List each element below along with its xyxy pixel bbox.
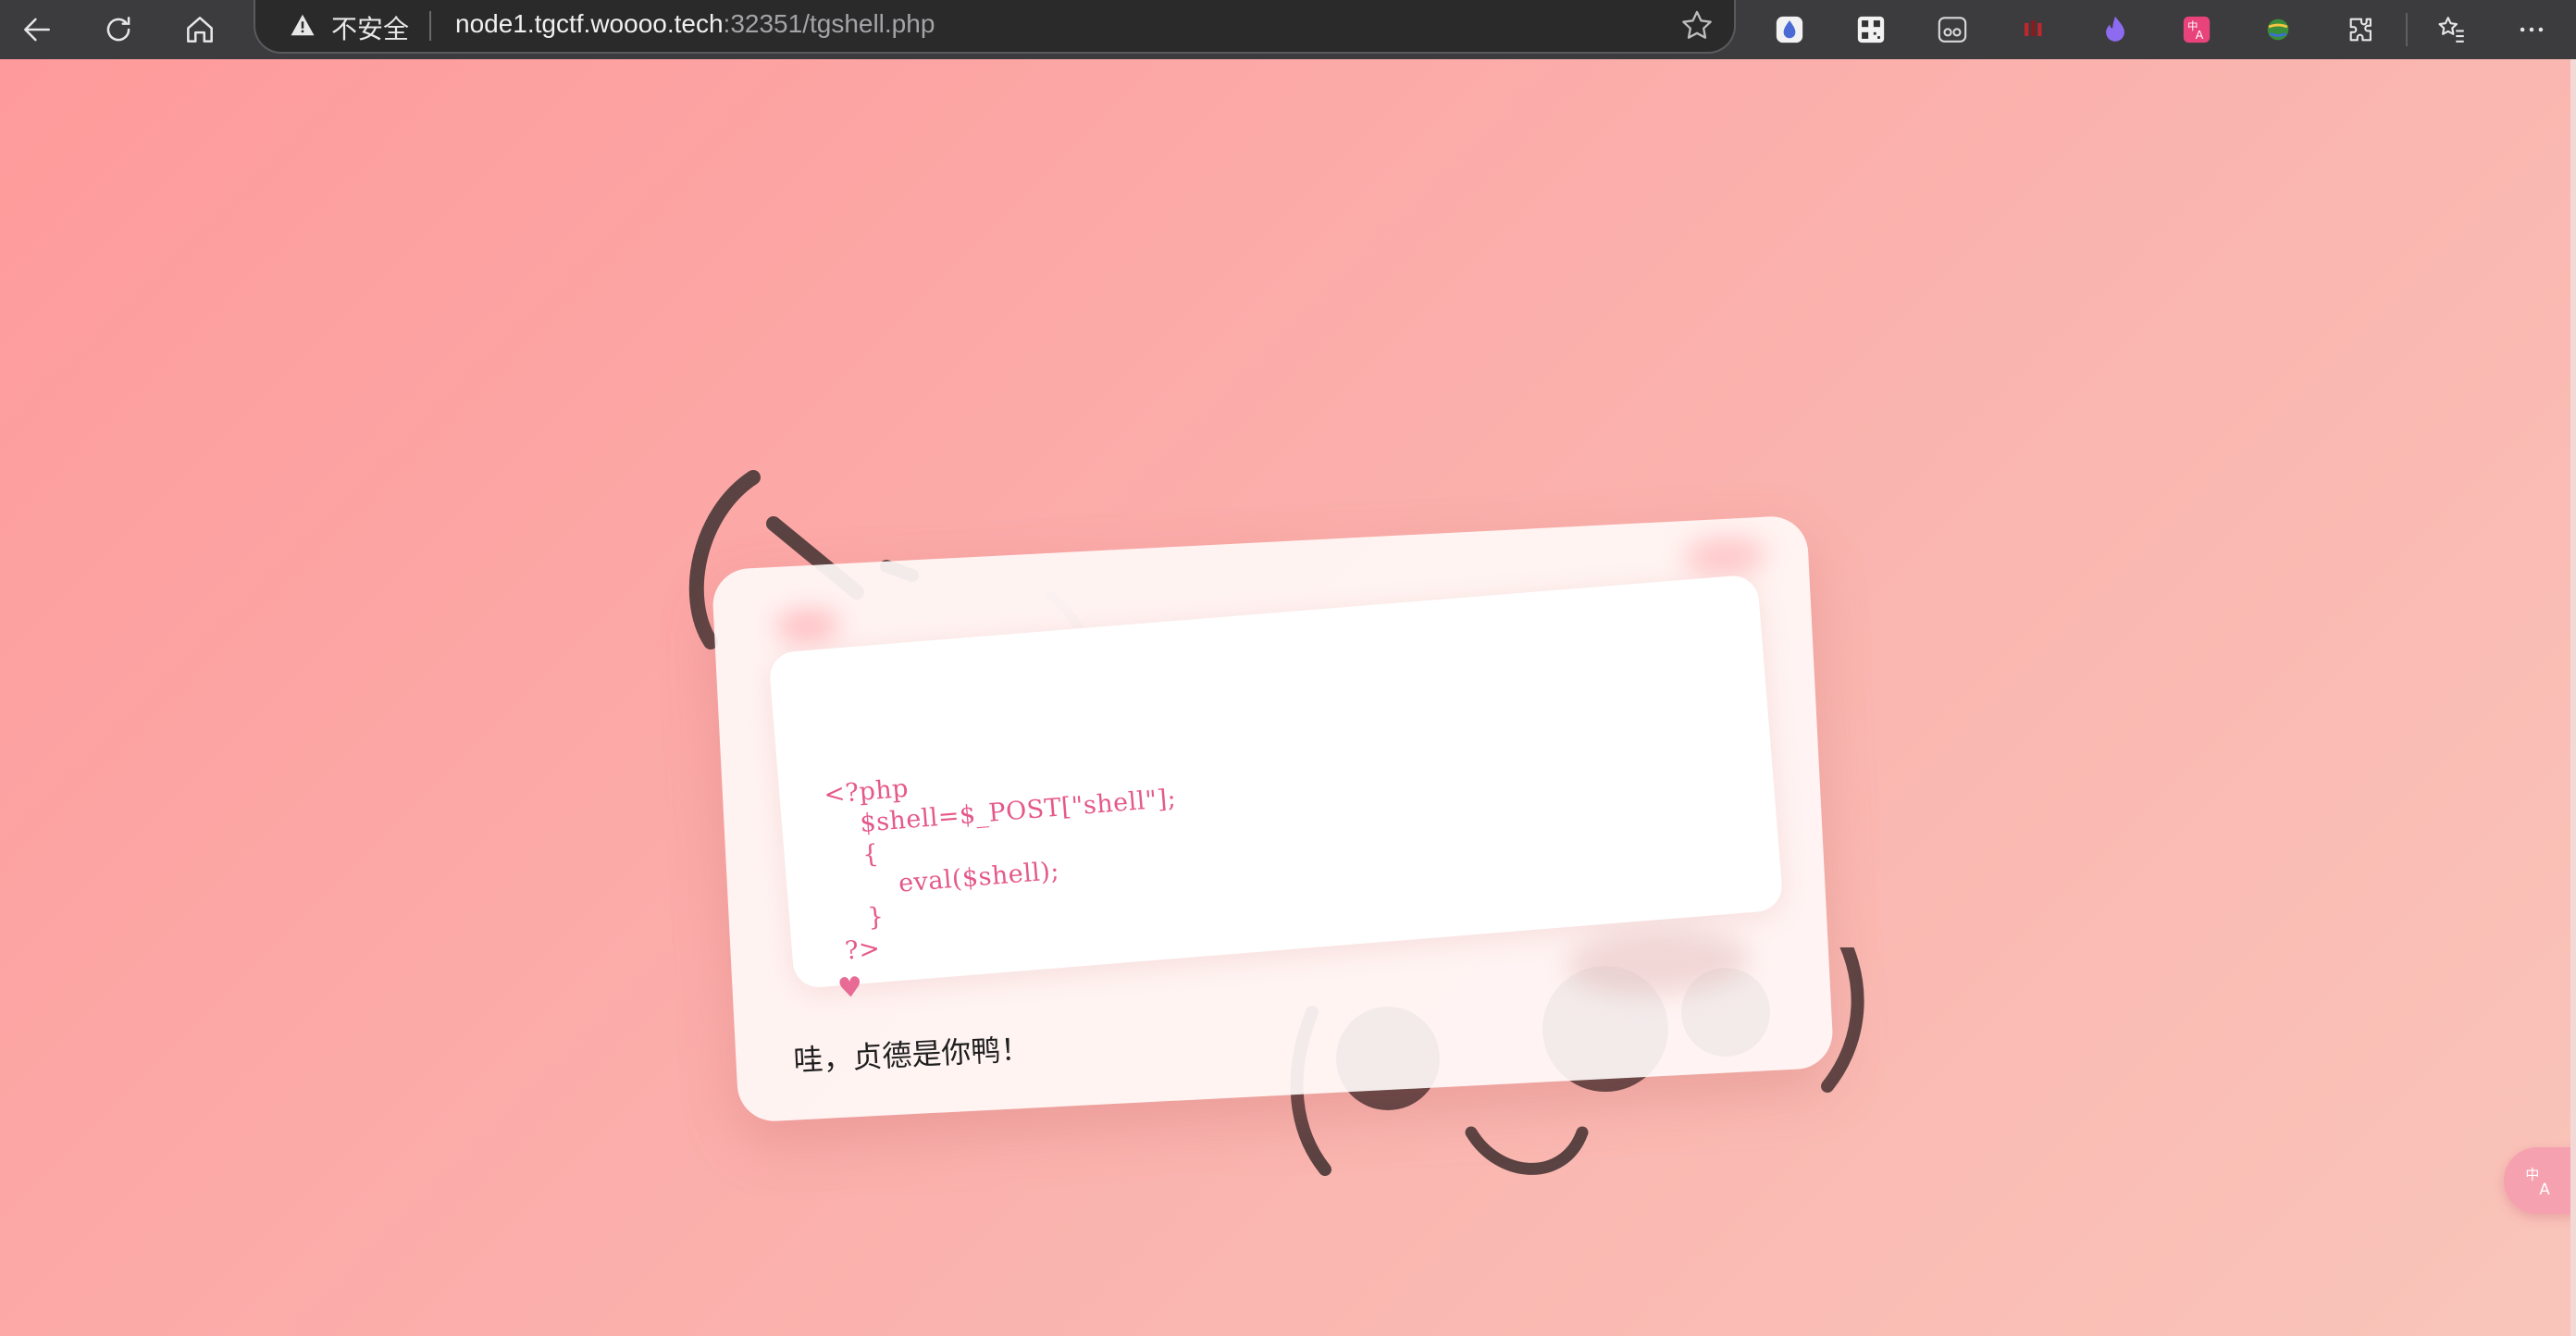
toolbar-separator	[2406, 13, 2408, 46]
extension-drop-button[interactable]	[1767, 7, 1812, 52]
url-host: node1.tgctf.woooo.tech	[455, 9, 724, 38]
globe-extension-icon	[2267, 19, 2289, 41]
svg-text:A: A	[2539, 1181, 2550, 1198]
warning-icon[interactable]	[289, 11, 316, 39]
browser-toolbar: 不安全 node1.tgctf.woooo.tech:32351/tgshell…	[0, 0, 2576, 59]
refresh-button[interactable]	[93, 4, 144, 56]
more-icon	[2520, 27, 2544, 32]
address-bar[interactable]: 不安全 node1.tgctf.woooo.tech:32351/tgshell…	[254, 0, 1736, 54]
caption-text: 哇，贞德是你鸭！	[792, 1031, 1032, 1079]
scrollbar-track[interactable]	[2570, 59, 2576, 1336]
glasses-icon	[1938, 17, 1967, 43]
code-block: <?php $shell=$_POST["shell"]; { eval($sh…	[768, 574, 1784, 1005]
reader-extension-button[interactable]	[1930, 7, 1975, 52]
translate-extension-button[interactable]: 中A	[2174, 7, 2219, 52]
code-line: ?>	[835, 934, 882, 967]
svg-text:A: A	[2196, 29, 2204, 43]
url-path: :32351/tgshell.php	[723, 9, 935, 38]
flame-extension-button[interactable]	[2093, 7, 2137, 52]
blur-decoration	[1563, 925, 1752, 1000]
blur-decoration	[1682, 535, 1768, 577]
heart-icon: ♥	[836, 971, 864, 1006]
favorites-button[interactable]	[2430, 7, 2474, 52]
translate-icon: 中 A	[2525, 1166, 2550, 1198]
globe-extension-button[interactable]	[2256, 7, 2300, 52]
refresh-icon	[106, 17, 130, 42]
favorites-icon	[2438, 17, 2464, 43]
bars-extension-button[interactable]	[2012, 7, 2056, 52]
extensions-button[interactable]	[2339, 7, 2384, 52]
bars-extension-icon	[2025, 20, 2042, 37]
code-line: {	[827, 839, 881, 872]
url-text[interactable]: node1.tgctf.woooo.tech:32351/tgshell.php	[455, 9, 935, 39]
back-button[interactable]	[11, 4, 63, 56]
code-line: <?php	[823, 773, 910, 810]
translate-floating-button[interactable]: 中 A	[2504, 1147, 2570, 1214]
qr-code-icon	[1857, 16, 1885, 43]
star-icon[interactable]	[1678, 7, 1715, 44]
security-status-label[interactable]: 不安全	[331, 9, 409, 46]
home-button[interactable]	[174, 4, 226, 56]
page-background: <?php $shell=$_POST["shell"]; { eval($sh…	[0, 59, 2570, 1336]
drop-extension-icon	[1776, 16, 1803, 43]
message-card: <?php $shell=$_POST["shell"]; { eval($sh…	[711, 514, 1835, 1123]
home-icon	[187, 17, 213, 43]
back-icon	[24, 18, 50, 42]
flame-extension-icon	[2106, 16, 2124, 42]
blur-decoration	[774, 608, 841, 643]
code-line: }	[833, 902, 886, 935]
more-button[interactable]	[2509, 7, 2554, 52]
extension-icon	[2349, 18, 2372, 42]
qr-code-button[interactable]	[1849, 7, 1893, 52]
address-divider	[429, 11, 431, 41]
translate-extension-icon: 中A	[2183, 16, 2211, 43]
svg-text:中: 中	[2525, 1166, 2539, 1182]
